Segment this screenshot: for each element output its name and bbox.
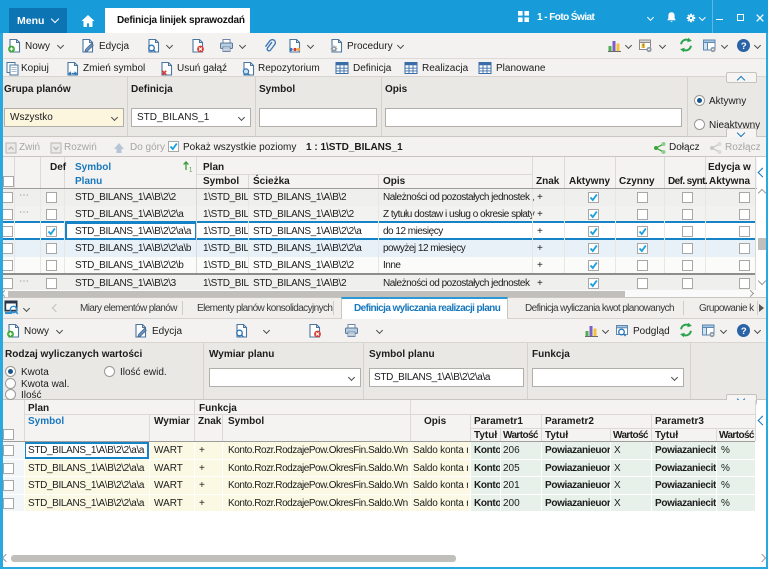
svg-text:?: ? xyxy=(741,326,747,337)
svg-text:?: ? xyxy=(741,41,747,52)
svg-text:1: 1 xyxy=(189,168,193,173)
